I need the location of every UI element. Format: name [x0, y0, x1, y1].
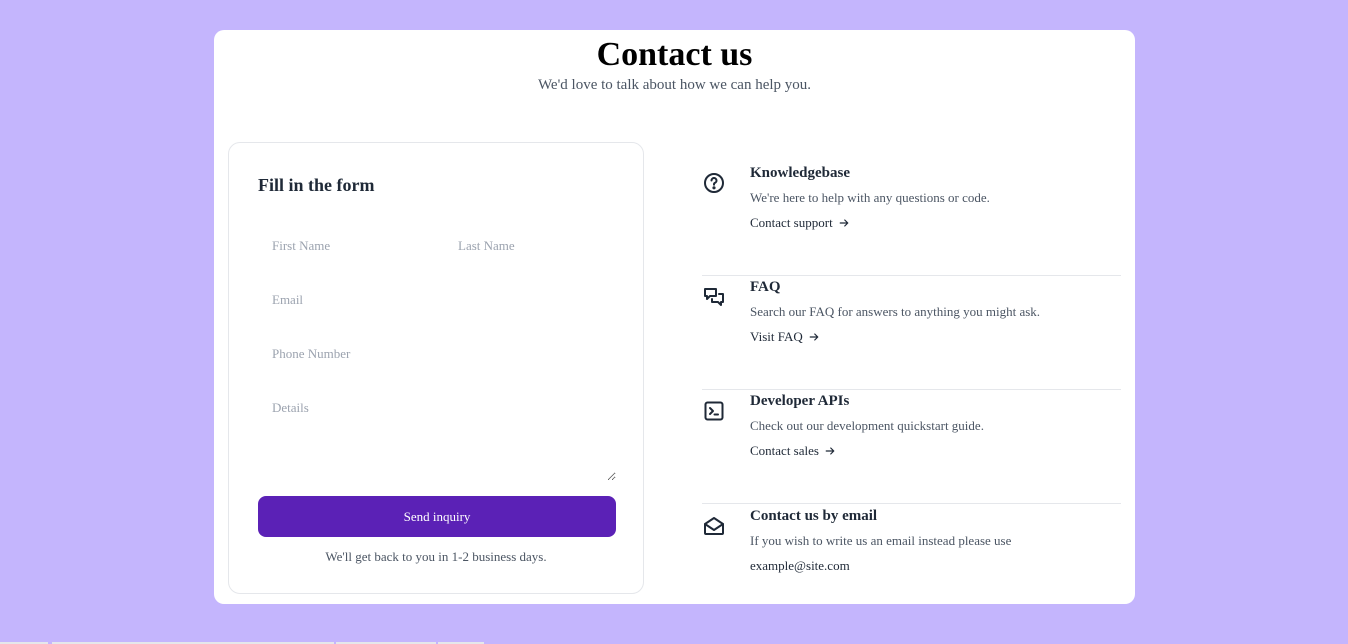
arrow-right-icon — [825, 447, 835, 455]
chat-bubbles-icon — [704, 288, 724, 306]
arrow-right-icon — [809, 333, 819, 341]
info-description: We're here to help with any questions or… — [750, 190, 990, 205]
info-item-developer-apis: Developer APIs Check out our development… — [702, 389, 1121, 504]
visit-faq-link[interactable]: Visit FAQ — [750, 329, 820, 345]
contact-support-link[interactable]: Contact support — [750, 215, 850, 231]
send-inquiry-button[interactable]: Send inquiry — [258, 496, 616, 537]
contact-email-address: example@site.com — [750, 558, 850, 573]
contact-card: Contact us We'd love to talk about how w… — [214, 30, 1135, 604]
last-name-input[interactable] — [444, 228, 616, 264]
info-title: Knowledgebase — [750, 165, 851, 181]
details-textarea[interactable] — [258, 391, 616, 481]
info-item-faq: FAQ Search our FAQ for answers to anythi… — [702, 275, 1121, 390]
phone-input[interactable] — [258, 336, 616, 372]
form-heading: Fill in the form — [258, 175, 375, 195]
email-input[interactable] — [258, 282, 616, 318]
arrow-right-icon — [839, 219, 849, 227]
info-description: If you wish to write us an email instead… — [750, 533, 1012, 548]
contact-form: Fill in the form Send inquiry We'll get … — [228, 142, 644, 594]
link-label: Visit FAQ — [750, 329, 803, 344]
first-name-input[interactable] — [258, 228, 438, 264]
page-title: Contact us — [596, 36, 753, 73]
terminal-icon — [704, 401, 724, 421]
info-title: Developer APIs — [750, 393, 850, 409]
link-label: Contact support — [750, 215, 833, 230]
link-label: Contact sales — [750, 443, 819, 458]
info-title: FAQ — [750, 279, 781, 295]
info-description: Search our FAQ for answers to anything y… — [750, 304, 1041, 319]
info-description: Check out our development quickstart gui… — [750, 418, 984, 433]
info-item-knowledgebase: Knowledgebase We're here to help with an… — [702, 161, 1121, 276]
help-circle-icon — [704, 173, 724, 193]
info-title: Contact us by email — [750, 508, 878, 524]
open-envelope-icon — [704, 517, 724, 535]
response-time-note: We'll get back to you in 1-2 business da… — [325, 549, 547, 564]
contact-sales-link[interactable]: Contact sales — [750, 443, 836, 459]
page-subtitle: We'd love to talk about how we can help … — [537, 77, 812, 93]
info-item-email: Contact us by email If you wish to write… — [702, 504, 1121, 618]
